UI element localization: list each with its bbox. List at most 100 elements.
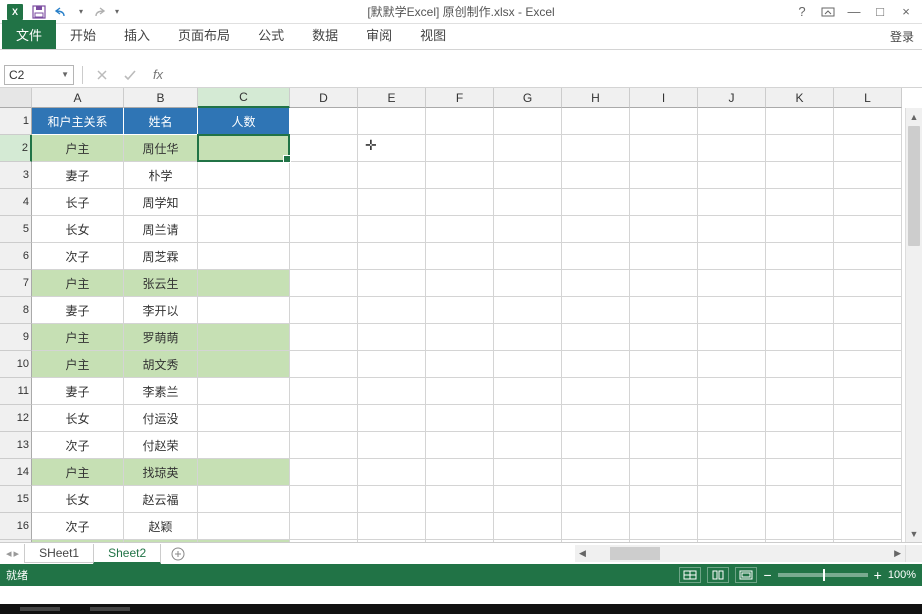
- cell[interactable]: [494, 432, 562, 459]
- close-button[interactable]: ×: [894, 2, 918, 22]
- cell[interactable]: [426, 324, 494, 351]
- cell[interactable]: [630, 162, 698, 189]
- vertical-scrollbar[interactable]: ▲ ▼: [905, 108, 922, 542]
- cell[interactable]: [198, 216, 290, 243]
- row-header[interactable]: 11: [0, 378, 32, 405]
- cell[interactable]: [494, 405, 562, 432]
- cell[interactable]: [290, 270, 358, 297]
- cell[interactable]: [630, 351, 698, 378]
- cell[interactable]: 周芝霖: [124, 243, 198, 270]
- cell[interactable]: [494, 459, 562, 486]
- cell[interactable]: [562, 135, 630, 162]
- cell[interactable]: [834, 378, 902, 405]
- scroll-up-arrow[interactable]: ▲: [906, 108, 922, 125]
- column-header[interactable]: E: [358, 88, 426, 108]
- cell[interactable]: [766, 216, 834, 243]
- cell[interactable]: [834, 459, 902, 486]
- cell[interactable]: [834, 486, 902, 513]
- cell[interactable]: 找琼英: [124, 459, 198, 486]
- cell[interactable]: [766, 162, 834, 189]
- cell[interactable]: [198, 189, 290, 216]
- cell[interactable]: [630, 486, 698, 513]
- cell[interactable]: 周兰请: [124, 216, 198, 243]
- cell[interactable]: [698, 189, 766, 216]
- select-all-corner[interactable]: [0, 88, 32, 108]
- cell[interactable]: [698, 162, 766, 189]
- cell[interactable]: 户主: [32, 351, 124, 378]
- cell[interactable]: [290, 513, 358, 540]
- cell[interactable]: [630, 513, 698, 540]
- cell[interactable]: [766, 405, 834, 432]
- cell[interactable]: 户主: [32, 135, 124, 162]
- cell[interactable]: 户主: [32, 270, 124, 297]
- cell[interactable]: [198, 351, 290, 378]
- cell[interactable]: [494, 324, 562, 351]
- cell[interactable]: [562, 270, 630, 297]
- cell[interactable]: 次子: [32, 243, 124, 270]
- cell[interactable]: [766, 324, 834, 351]
- cell[interactable]: [198, 486, 290, 513]
- cell[interactable]: [562, 243, 630, 270]
- cell[interactable]: [630, 324, 698, 351]
- column-header[interactable]: F: [426, 88, 494, 108]
- cell[interactable]: [426, 486, 494, 513]
- cell[interactable]: [290, 243, 358, 270]
- cell[interactable]: 胡文秀: [124, 351, 198, 378]
- cell[interactable]: [426, 270, 494, 297]
- row-header[interactable]: 8: [0, 297, 32, 324]
- cell[interactable]: [698, 486, 766, 513]
- cell[interactable]: [494, 378, 562, 405]
- cell[interactable]: [198, 432, 290, 459]
- row-header[interactable]: 7: [0, 270, 32, 297]
- cell[interactable]: [426, 378, 494, 405]
- row-header[interactable]: 13: [0, 432, 32, 459]
- view-pagelayout-button[interactable]: [707, 567, 729, 583]
- cell[interactable]: [834, 135, 902, 162]
- cell[interactable]: [834, 243, 902, 270]
- cell[interactable]: [290, 189, 358, 216]
- cell[interactable]: [290, 405, 358, 432]
- column-header[interactable]: H: [562, 88, 630, 108]
- row-header[interactable]: 3: [0, 162, 32, 189]
- cell[interactable]: [198, 243, 290, 270]
- column-header[interactable]: A: [32, 88, 124, 108]
- cell[interactable]: [766, 486, 834, 513]
- zoom-out-button[interactable]: −: [763, 567, 771, 583]
- cell[interactable]: [358, 162, 426, 189]
- cell[interactable]: [766, 243, 834, 270]
- cell[interactable]: [562, 351, 630, 378]
- cell[interactable]: [562, 459, 630, 486]
- cell[interactable]: 妻子: [32, 162, 124, 189]
- cell[interactable]: [358, 432, 426, 459]
- cell[interactable]: [698, 297, 766, 324]
- row-header[interactable]: 1: [0, 108, 32, 135]
- cell[interactable]: 张云生: [124, 270, 198, 297]
- cell[interactable]: [198, 162, 290, 189]
- tab-data[interactable]: 数据: [298, 20, 352, 49]
- cell[interactable]: [834, 189, 902, 216]
- cell[interactable]: [198, 135, 290, 162]
- cell[interactable]: [630, 108, 698, 135]
- cell[interactable]: [290, 351, 358, 378]
- column-header[interactable]: G: [494, 88, 562, 108]
- column-header[interactable]: L: [834, 88, 902, 108]
- cell[interactable]: [494, 162, 562, 189]
- cell[interactable]: [358, 324, 426, 351]
- cell[interactable]: [494, 135, 562, 162]
- cell[interactable]: [562, 216, 630, 243]
- cell[interactable]: 赵颖: [124, 513, 198, 540]
- cell[interactable]: [562, 432, 630, 459]
- cell[interactable]: [834, 108, 902, 135]
- cell[interactable]: [290, 108, 358, 135]
- cell[interactable]: [358, 243, 426, 270]
- tab-home[interactable]: 开始: [56, 20, 110, 49]
- cell[interactable]: [426, 243, 494, 270]
- column-header[interactable]: I: [630, 88, 698, 108]
- cell[interactable]: [766, 297, 834, 324]
- cell[interactable]: [562, 378, 630, 405]
- view-normal-button[interactable]: [679, 567, 701, 583]
- cell[interactable]: [698, 459, 766, 486]
- undo-button[interactable]: [52, 2, 74, 22]
- zoom-slider[interactable]: [778, 573, 868, 577]
- cell[interactable]: [834, 270, 902, 297]
